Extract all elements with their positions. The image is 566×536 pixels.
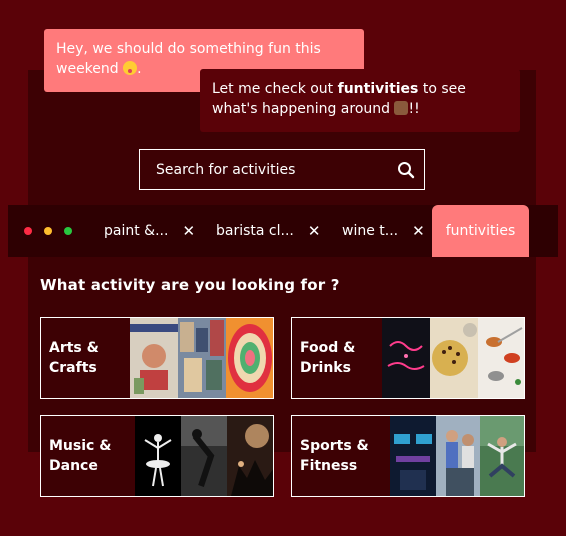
window-maximize-dot[interactable] [64, 227, 72, 235]
window-minimize-dot[interactable] [44, 227, 52, 235]
tab-funtivities[interactable]: funtivities [432, 205, 529, 257]
close-icon[interactable]: ✕ [308, 222, 321, 240]
category-label-line: Music & [49, 438, 112, 454]
food-photo-1 [382, 318, 430, 398]
horns-hand-emoji-icon [394, 101, 409, 115]
tongue-emoji-icon [123, 61, 138, 75]
category-label: Food & Drinks [300, 338, 382, 378]
tab-label: funtivities [445, 223, 516, 239]
category-label-line: Drinks [300, 360, 351, 376]
sports-photo-3 [480, 416, 524, 496]
category-label-line: Dance [49, 458, 98, 474]
tab-label: barista cl... [216, 223, 294, 239]
sports-photo-2 [436, 416, 480, 496]
close-icon[interactable]: ✕ [412, 222, 425, 240]
chat-message-2-end: !! [408, 101, 420, 117]
food-photo-2 [430, 318, 478, 398]
tab-barista[interactable]: barista cl... ✕ [216, 205, 320, 257]
category-label: Arts & Crafts [49, 338, 131, 378]
search-icon[interactable] [388, 150, 424, 190]
music-photo-3 [227, 416, 273, 496]
category-card-music-dance[interactable]: Music & Dance [40, 415, 274, 497]
category-card-sports-fitness[interactable]: Sports & Fitness [291, 415, 525, 497]
section-title: What activity are you looking for ? [40, 276, 340, 294]
arts-photo-1 [130, 318, 178, 398]
category-label: Music & Dance [49, 436, 131, 476]
music-photo-1 [135, 416, 181, 496]
chat-message-1-suffix: . [137, 61, 142, 77]
music-photo-2 [181, 416, 227, 496]
sports-photo-1 [390, 416, 436, 496]
arts-photo-3 [226, 318, 273, 398]
category-label: Sports & Fitness [300, 436, 382, 476]
tab-label: paint &... [104, 223, 169, 239]
category-card-food-drinks[interactable]: Food & Drinks [291, 317, 525, 399]
tab-paint[interactable]: paint &... ✕ [104, 205, 195, 257]
category-card-arts-crafts[interactable]: Arts & Crafts [40, 317, 274, 399]
category-label-line: Sports & [300, 438, 369, 454]
category-label-line: Crafts [49, 360, 97, 376]
arts-photo-2 [178, 318, 226, 398]
chat-bubble-user: Let me check out funtivities to see what… [200, 69, 520, 132]
brand-mention: funtivities [337, 81, 419, 97]
search-input[interactable] [156, 161, 388, 178]
window-close-dot[interactable] [24, 227, 32, 235]
category-label-line: Arts & [49, 340, 99, 356]
search-bar [139, 149, 425, 190]
food-photo-3 [478, 318, 524, 398]
category-label-line: Fitness [300, 458, 358, 474]
category-label-line: Food & [300, 340, 356, 356]
close-icon[interactable]: ✕ [182, 222, 195, 240]
tab-wine[interactable]: wine t... ✕ [342, 205, 425, 257]
tab-label: wine t... [342, 223, 399, 239]
chat-message-2-prefix: Let me check out [212, 81, 338, 97]
